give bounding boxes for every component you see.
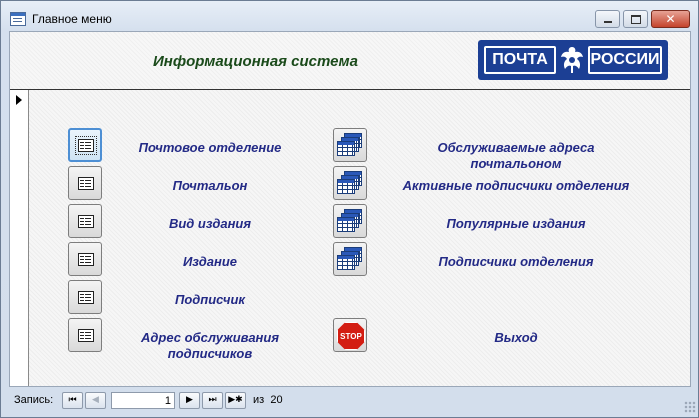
form-icon: [78, 291, 94, 304]
report-icon: [337, 247, 363, 271]
served-addresses-report-button[interactable]: [333, 128, 367, 162]
served-addresses-label: Обслуживаемые адреса почтальоном: [437, 140, 595, 171]
record-count: из 20: [253, 394, 283, 406]
logo-right-text: РОССИИ: [588, 46, 662, 74]
form-title: Информационная система: [153, 53, 358, 70]
next-record-button[interactable]: ▶: [179, 392, 200, 409]
record-navigation-bar: Запись: ⏮ ◀ ▶ ⏭ ▶✱ из 20: [1, 388, 698, 414]
publication-label: Издание: [182, 254, 238, 269]
postal-office-label: Почтовое отделение: [138, 140, 282, 155]
maximize-button[interactable]: [623, 10, 648, 28]
russian-post-logo: ПОЧТА РОССИИ: [478, 40, 668, 80]
logo-left-text: ПОЧТА: [484, 46, 556, 74]
publication-button[interactable]: [68, 242, 102, 276]
form-icon: [75, 136, 97, 155]
window-title: Главное меню: [32, 12, 112, 26]
total-records: 20: [270, 394, 283, 406]
main-menu-window: Главное меню ✕ Информационная система ПО…: [0, 0, 699, 418]
active-subscribers-report-button[interactable]: [333, 166, 367, 200]
form-icon: [78, 253, 94, 266]
current-record-input[interactable]: [111, 392, 175, 409]
close-button[interactable]: ✕: [651, 10, 690, 28]
current-record-arrow-icon: [16, 95, 22, 105]
subscriber-address-label: Адрес обслуживания подписчиков: [141, 330, 279, 361]
publication-type-button[interactable]: [68, 204, 102, 238]
postman-label: Почтальон: [172, 178, 248, 193]
first-record-button[interactable]: ⏮: [62, 392, 83, 409]
postman-button[interactable]: [68, 166, 102, 200]
exit-label: Выход: [494, 330, 538, 345]
last-record-button[interactable]: ⏭: [202, 392, 223, 409]
form-icon: [78, 215, 94, 228]
new-record-button[interactable]: ▶✱: [225, 392, 246, 409]
office-subscribers-label: Подписчики отделения: [438, 254, 594, 269]
popular-publications-label: Популярные издания: [446, 216, 586, 231]
postal-office-button[interactable]: [68, 128, 102, 162]
record-label: Запись:: [14, 394, 54, 406]
close-icon: ✕: [665, 12, 676, 26]
eagle-emblem-icon: [561, 47, 583, 73]
form-icon: [78, 329, 94, 342]
resize-grip[interactable]: [684, 401, 696, 413]
previous-record-button[interactable]: ◀: [85, 392, 106, 409]
record-selector[interactable]: [10, 90, 29, 386]
form-header: Информационная система ПОЧТА РОССИИ: [10, 32, 690, 90]
report-icon: [337, 209, 363, 233]
of-label: из: [253, 394, 265, 406]
title-bar[interactable]: Главное меню ✕: [1, 1, 698, 31]
form-client-area: Информационная система ПОЧТА РОССИИ Почт…: [9, 31, 691, 387]
minimize-button[interactable]: [595, 10, 620, 28]
popular-publications-report-button[interactable]: [333, 204, 367, 238]
subscriber-button[interactable]: [68, 280, 102, 314]
subscriber-label: Подписчик: [174, 292, 246, 307]
active-subscribers-label: Активные подписчики отделения: [402, 178, 630, 193]
report-icon: [337, 133, 363, 157]
stop-icon: STOP: [337, 322, 365, 350]
form-window-icon: [10, 12, 26, 26]
form-icon: [78, 177, 94, 190]
report-icon: [337, 171, 363, 195]
exit-button[interactable]: STOP: [333, 318, 367, 352]
publication-type-label: Вид издания: [168, 216, 252, 231]
subscriber-address-button[interactable]: [68, 318, 102, 352]
form-detail: Почтовое отделение Почтальон Вид издания…: [29, 90, 690, 386]
office-subscribers-report-button[interactable]: [333, 242, 367, 276]
